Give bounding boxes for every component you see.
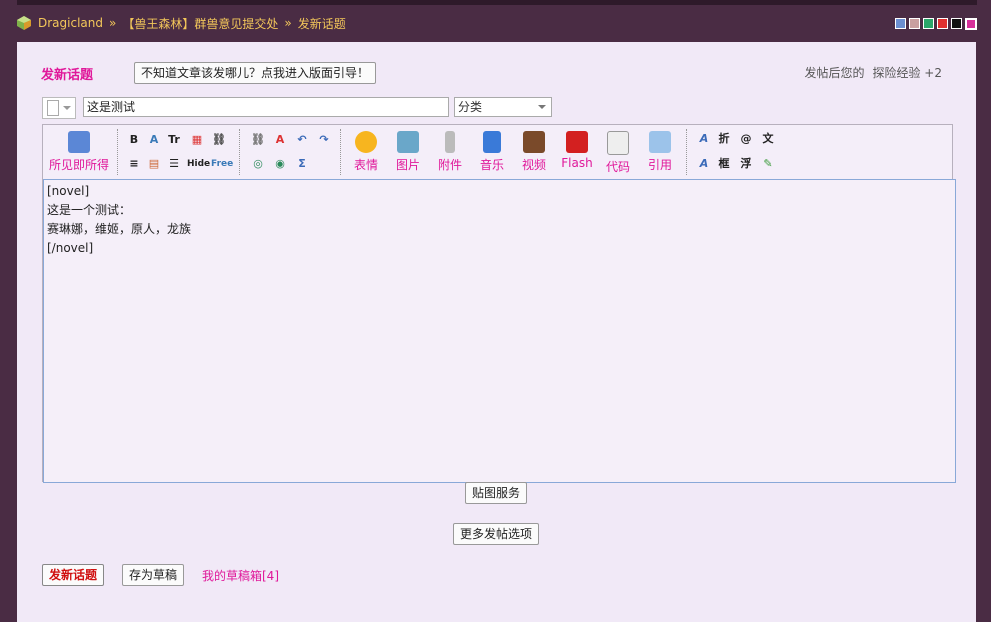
wysiwyg-label: 所见即所得: [48, 158, 109, 172]
style-swatch-red[interactable]: [937, 18, 948, 29]
breadcrumb: Dragicland » 【兽王森林】群兽意见提交处 » 发新话题: [16, 12, 346, 34]
picture-icon: [397, 131, 419, 153]
hide-button[interactable]: Hide: [187, 157, 210, 171]
undo-icon[interactable]: ↶: [294, 133, 310, 147]
paste-image-button[interactable]: 贴图服务: [465, 482, 528, 504]
message-line: 赛琳娜，维姬，原人，龙族: [47, 222, 192, 236]
post-editor: 所见即所得 B A Tr ▦ ⛓ ≡ ▤ ☰ Hide Free ⛓ A ↶ ↷…: [42, 124, 956, 483]
flash-button[interactable]: Flash: [557, 131, 597, 170]
message-line: [/novel]: [47, 241, 94, 255]
forum-guide-button[interactable]: 不知道文章该发哪儿？点我进入版面引导！: [134, 62, 377, 84]
superscript-icon[interactable]: A: [696, 132, 712, 146]
breadcrumb-separator: »: [109, 16, 117, 30]
code-icon: [607, 131, 629, 155]
submit-post-button[interactable]: 发新话题: [42, 564, 105, 586]
image-button[interactable]: 图片: [392, 131, 424, 173]
toolbar-divider: [686, 129, 688, 175]
breadcrumb-current: 发新话题: [297, 16, 346, 31]
globe-icon[interactable]: ◎: [250, 157, 266, 171]
post-panel: 发新话题 不知道文章该发哪儿？点我进入版面引导！ 发帖后您的 探险经验 +2 这是…: [17, 42, 976, 622]
video-icon: [523, 131, 545, 153]
style-swatch-blue[interactable]: [895, 18, 906, 29]
at-button[interactable]: @: [738, 132, 754, 146]
document-icon: [47, 100, 59, 116]
flash-label: Flash: [561, 156, 593, 170]
edit-icon[interactable]: ✎: [760, 157, 776, 171]
emoji-label: 表情: [353, 158, 378, 172]
editor-toolbar: 所见即所得 B A Tr ▦ ⛓ ≡ ▤ ☰ Hide Free ⛓ A ↶ ↷…: [43, 125, 952, 179]
music-note-icon: [483, 131, 501, 153]
code-button[interactable]: 代码: [602, 131, 634, 175]
chevron-down-icon: [63, 106, 71, 110]
exp-notice: 发帖后您的 探险经验 +2: [804, 64, 942, 81]
subject-input[interactable]: 这是测试: [83, 97, 449, 117]
breadcrumb-site[interactable]: Dragicland: [38, 16, 103, 30]
unlink-icon[interactable]: ⛓: [250, 133, 266, 147]
message-line: [novel]: [47, 184, 90, 198]
flash-icon: [566, 131, 588, 153]
style-switcher: [895, 18, 977, 30]
category-select[interactable]: 分类: [454, 97, 552, 117]
toolbar-divider: [117, 129, 119, 175]
table-icon[interactable]: ▤: [146, 157, 162, 171]
video-label: 视频: [521, 158, 546, 172]
font-icon[interactable]: A: [146, 133, 162, 147]
style-swatch-magenta[interactable]: [965, 18, 977, 30]
exp-text: 发帖后您的: [804, 66, 865, 80]
wen-button[interactable]: 文: [760, 132, 776, 146]
link-icon[interactable]: ⛓: [211, 133, 227, 147]
message-line: 这是一个测试：: [47, 203, 132, 217]
more-options-button[interactable]: 更多发帖选项: [453, 523, 540, 545]
save-draft-button[interactable]: 存为草稿: [122, 564, 185, 586]
media-icon[interactable]: ◉: [272, 157, 288, 171]
wysiwyg-button[interactable]: 所见即所得: [46, 131, 112, 173]
sigma-icon[interactable]: Σ: [294, 157, 310, 171]
clear-format-icon[interactable]: A: [272, 133, 288, 147]
top-strip: [17, 0, 977, 5]
color-grid-icon[interactable]: ▦: [189, 133, 205, 147]
style-swatch-green[interactable]: [923, 18, 934, 29]
paperclip-icon: [445, 131, 455, 153]
music-label: 音乐: [479, 158, 504, 172]
exp-label: 探险经验 +2: [872, 66, 942, 80]
smiley-icon: [355, 131, 377, 153]
attach-label: 附件: [437, 158, 462, 172]
emoji-button[interactable]: 表情: [350, 131, 382, 173]
breadcrumb-separator: »: [284, 16, 292, 30]
style-swatch-black[interactable]: [951, 18, 962, 29]
video-button[interactable]: 视频: [518, 131, 550, 173]
fold-button[interactable]: 折: [716, 132, 732, 146]
site-logo-icon: [17, 16, 31, 30]
quote-button[interactable]: 引用: [644, 131, 676, 173]
music-button[interactable]: 音乐: [476, 131, 508, 173]
chevron-down-icon: [538, 105, 546, 109]
image-label: 图片: [395, 158, 420, 172]
toolbar-divider: [340, 129, 342, 175]
attach-button[interactable]: 附件: [434, 131, 466, 173]
bold-button[interactable]: B: [126, 133, 142, 147]
quote-icon: [649, 131, 671, 153]
font-size-button[interactable]: Tr: [166, 133, 182, 147]
wysiwyg-icon: [68, 131, 90, 153]
code-label: 代码: [605, 160, 630, 174]
page-title: 发新话题: [41, 68, 94, 83]
list-icon[interactable]: ☰: [166, 157, 182, 171]
free-button[interactable]: Free: [211, 157, 233, 171]
subscript-icon[interactable]: A: [696, 157, 712, 171]
align-icon[interactable]: ≡: [126, 157, 142, 171]
float-button[interactable]: 浮: [738, 157, 754, 171]
category-select-value: 分类: [458, 100, 483, 114]
my-drafts-link[interactable]: 我的草稿箱[4]: [202, 567, 279, 584]
frame-button[interactable]: 框: [716, 157, 732, 171]
toolbar-divider: [239, 129, 241, 175]
redo-icon[interactable]: ↷: [316, 133, 332, 147]
breadcrumb-forum[interactable]: 【兽王森林】群兽意见提交处: [122, 15, 278, 32]
style-swatch-pink[interactable]: [909, 18, 920, 29]
post-icon-select[interactable]: [42, 97, 76, 119]
message-textarea[interactable]: [novel] 这是一个测试： 赛琳娜，维姬，原人，龙族 [/novel]: [43, 179, 956, 483]
quote-label: 引用: [647, 158, 672, 172]
